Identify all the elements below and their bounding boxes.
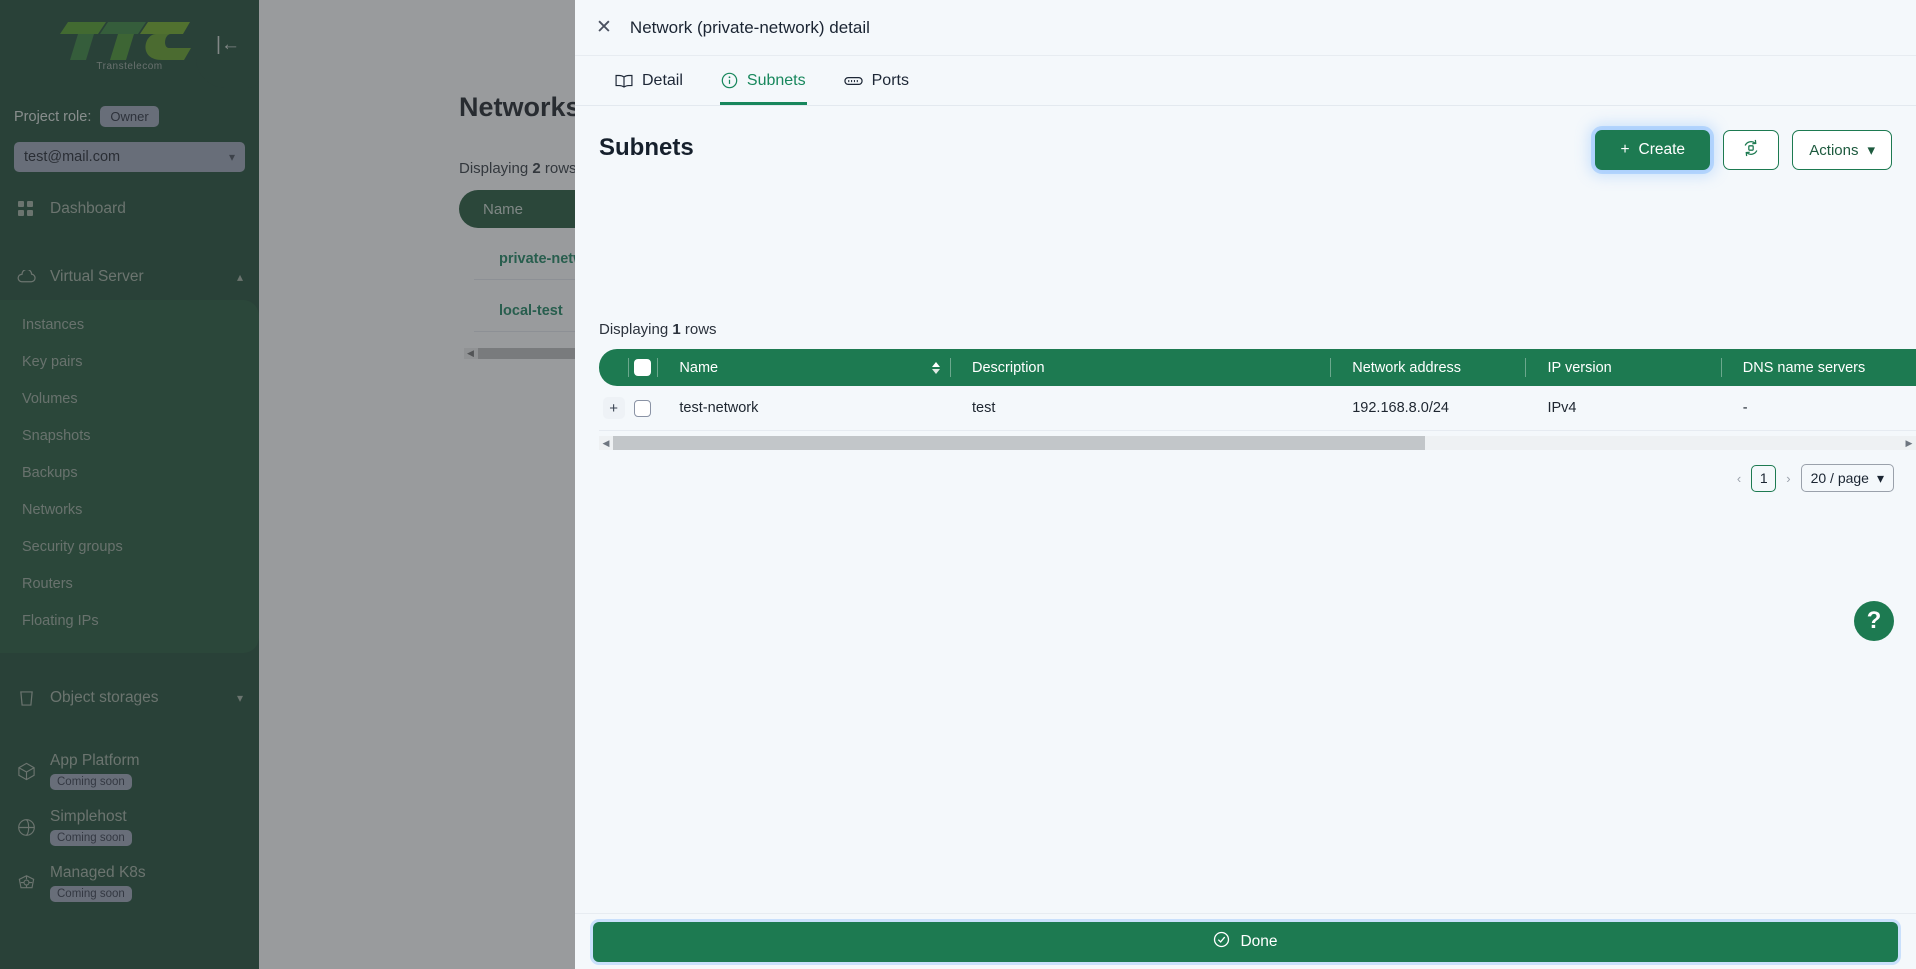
pagination: ‹ 1 › 20 / page ▾ <box>1735 464 1894 492</box>
info-circle-icon <box>721 72 738 89</box>
column-header-dns-name-servers: DNS name servers <box>1720 349 1916 386</box>
done-button[interactable]: Done <box>593 921 1898 962</box>
modal-body: Subnets + Create Actions ▾ Displaying 1 … <box>575 106 1916 913</box>
tab-label: Detail <box>642 71 683 89</box>
cell-name: test-network <box>679 400 759 416</box>
column-header-network-address: Network address <box>1330 349 1525 386</box>
sort-icon[interactable] <box>932 361 941 374</box>
close-icon[interactable]: ✕ <box>596 18 612 37</box>
subnets-table: Name Description Network address IP vers… <box>599 349 1916 431</box>
create-button-label: Create <box>1638 141 1686 158</box>
actions-button-label: Actions <box>1809 141 1859 159</box>
rows-suffix: rows <box>684 321 717 338</box>
refresh-button[interactable] <box>1723 130 1780 170</box>
plus-icon: + <box>1620 141 1630 158</box>
column-label: IP version <box>1547 359 1612 376</box>
chevron-right-icon[interactable]: › <box>1784 471 1792 486</box>
actions-button[interactable]: Actions ▾ <box>1792 130 1892 170</box>
tab-label: Subnets <box>746 71 806 89</box>
section-title: Subnets <box>599 134 694 161</box>
scrollbar-thumb[interactable] <box>613 436 1426 450</box>
table-row[interactable]: + test-network test 192.168.8.0/24 IPv4 … <box>599 386 1916 431</box>
row-expand-button[interactable]: + <box>602 397 625 419</box>
scroll-right-icon[interactable]: ▶ <box>1902 438 1916 449</box>
chevron-left-icon[interactable]: ‹ <box>1735 471 1743 486</box>
scrollbar-track[interactable] <box>613 436 1902 450</box>
rows-label: Displaying 1 rows <box>599 321 717 338</box>
page-size-select[interactable]: 20 / page ▾ <box>1800 464 1894 492</box>
toolbar: + Create Actions ▾ <box>1595 130 1892 170</box>
column-label: Network address <box>1352 359 1462 376</box>
ethernet-icon <box>843 75 863 87</box>
create-button[interactable]: + Create <box>1595 130 1711 170</box>
help-button[interactable]: ? <box>1854 601 1894 641</box>
modal-tabs: Detail Subnets Ports <box>575 56 1916 106</box>
column-header-ip-version: IP version <box>1525 349 1720 386</box>
row-checkbox[interactable] <box>634 399 652 417</box>
book-icon <box>615 74 633 88</box>
rows-prefix: Displaying <box>599 321 669 338</box>
chevron-down-icon: ▾ <box>1867 142 1875 159</box>
modal-title: Network (private-network) detail <box>629 17 870 37</box>
cell-ip-version: IPv4 <box>1547 400 1577 416</box>
rows-count: 1 <box>672 321 681 338</box>
column-label: DNS name servers <box>1742 359 1866 376</box>
column-header-name[interactable]: Name <box>657 349 950 386</box>
cell-dns-name-servers: - <box>1742 400 1748 416</box>
done-button-label: Done <box>1240 932 1278 950</box>
cell-network-address: 192.168.8.0/24 <box>1352 400 1449 416</box>
column-label: Description <box>972 359 1045 376</box>
modal-footer: Done <box>575 913 1916 969</box>
page-size-label: 20 / page <box>1810 470 1869 486</box>
refresh-icon <box>1741 138 1761 163</box>
cell-description: test <box>972 400 996 416</box>
column-header-description: Description <box>950 349 1330 386</box>
scroll-left-icon[interactable]: ◀ <box>599 438 613 449</box>
tab-ports[interactable]: Ports <box>825 56 928 105</box>
page-number-1[interactable]: 1 <box>1751 464 1777 492</box>
chevron-down-icon: ▾ <box>1876 469 1884 486</box>
tab-label: Ports <box>871 71 909 89</box>
check-circle-icon <box>1213 931 1230 953</box>
app-root: Transtelecom |← Project role: Owner test… <box>0 0 1916 969</box>
tab-subnets[interactable]: Subnets <box>702 56 825 105</box>
select-all-checkbox[interactable] <box>634 359 652 376</box>
table-horizontal-scrollbar[interactable]: ◀ ▶ <box>599 436 1916 450</box>
network-detail-modal: ✕ Network (private-network) detail Detai… <box>575 0 1916 969</box>
column-label: Name <box>679 359 719 376</box>
modal-header: ✕ Network (private-network) detail <box>575 0 1916 56</box>
table-header-row: Name Description Network address IP vers… <box>599 349 1916 386</box>
tab-detail[interactable]: Detail <box>596 56 702 105</box>
